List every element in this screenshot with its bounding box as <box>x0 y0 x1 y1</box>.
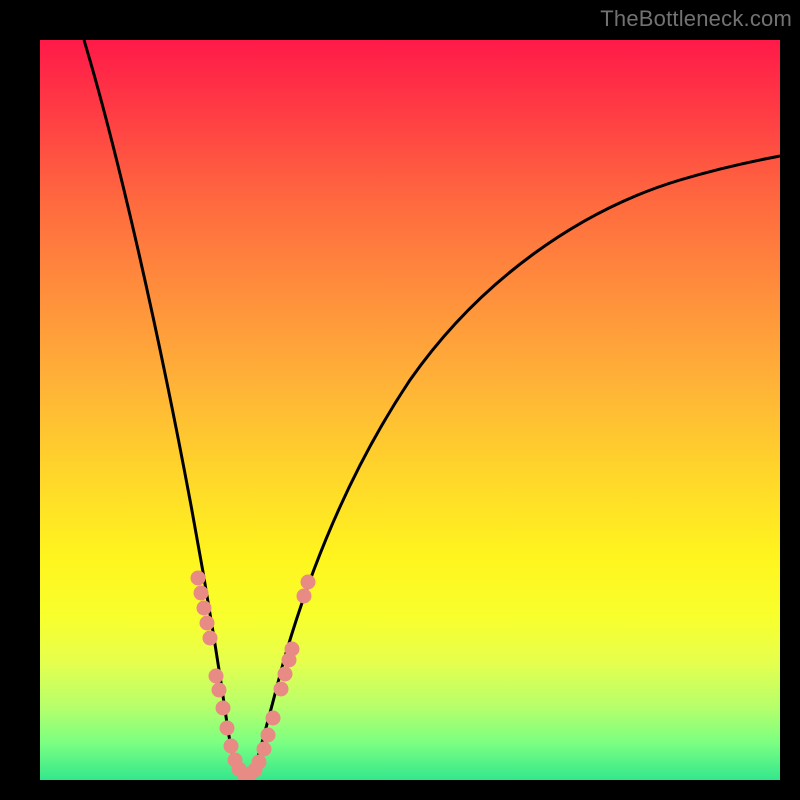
curve-group <box>84 40 780 776</box>
bead <box>278 667 292 681</box>
bead <box>224 739 238 753</box>
bead <box>220 721 234 735</box>
bead <box>261 728 275 742</box>
curve-right <box>252 156 780 775</box>
bead <box>191 571 205 585</box>
bead <box>216 701 230 715</box>
chart-plot-area <box>40 40 780 780</box>
bead <box>209 669 223 683</box>
bead <box>257 742 271 756</box>
bead <box>203 631 217 645</box>
bead <box>212 683 226 697</box>
bead <box>197 601 211 615</box>
bead <box>266 711 280 725</box>
bead <box>274 682 288 696</box>
bead <box>200 616 214 630</box>
bead <box>252 755 266 769</box>
chart-frame: TheBottleneck.com <box>0 0 800 800</box>
watermark-text: TheBottleneck.com <box>600 6 792 32</box>
curve-left <box>84 40 240 775</box>
bead <box>301 575 315 589</box>
bead <box>285 642 299 656</box>
chart-svg <box>40 40 780 780</box>
bead <box>194 586 208 600</box>
bead <box>297 589 311 603</box>
